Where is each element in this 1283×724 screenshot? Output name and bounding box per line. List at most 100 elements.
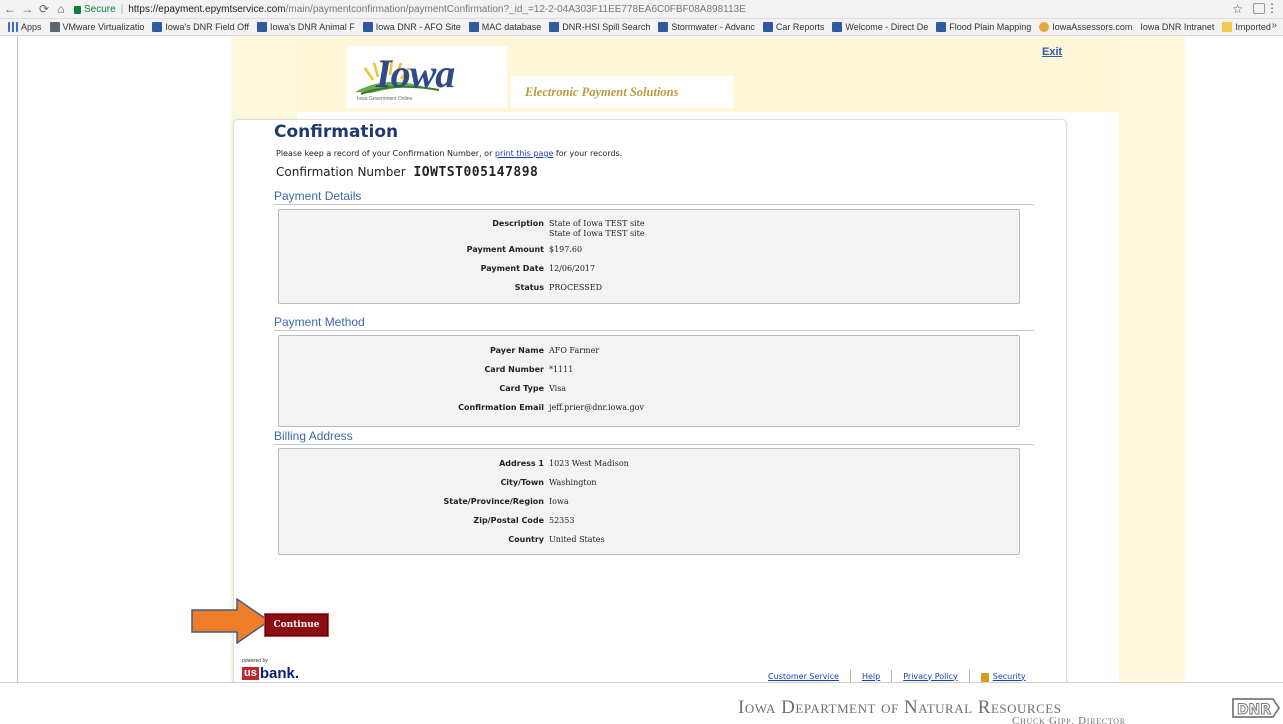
dnr-logo-text: DNR <box>1237 702 1271 718</box>
security-link[interactable]: Security <box>993 672 1026 681</box>
apps-grid-icon <box>8 22 18 32</box>
right-side-band <box>1119 36 1185 682</box>
dnr-bookmark-icon <box>549 22 560 32</box>
help-link[interactable]: Help <box>862 672 880 681</box>
payment-details-title: Payment Details <box>274 189 362 203</box>
bookmark-flood-plain[interactable]: Flood Plain Mapping <box>936 22 1031 32</box>
city-label: City/Town <box>500 478 544 487</box>
section-divider <box>274 330 1034 331</box>
payer-label: Payer Name <box>489 346 544 355</box>
bookmark-iowa-assessors[interactable]: IowaAssessors.com <box>1039 22 1132 32</box>
card-number-row: Card Number *1111 <box>279 365 1021 377</box>
bookmark-label: Iowa DNR Intranet <box>1140 22 1215 32</box>
zip-value: 52353 <box>549 516 575 525</box>
bookmark-vmware[interactable]: VMware Virtualizatio <box>49 22 144 32</box>
bookmark-mac-database[interactable]: MAC database <box>468 22 541 32</box>
url-field[interactable]: https://epayment.epymtservice.com/main/p… <box>128 4 745 15</box>
description-row-2: State of Iowa TEST site <box>279 229 1021 241</box>
secure-label: Secure <box>84 3 116 15</box>
bookmark-label: IowaAssessors.com <box>1052 22 1133 32</box>
date-label: Payment Date <box>480 264 544 273</box>
home-icon[interactable]: ⌂ <box>54 2 68 16</box>
bookmark-label: Iowa's DNR Animal F <box>269 22 355 32</box>
reload-icon[interactable]: ⟳ <box>37 2 51 16</box>
zip-row: Zip/Postal Code 52353 <box>279 516 1021 528</box>
section-divider <box>274 204 1034 205</box>
customer-service-link[interactable]: Customer Service <box>768 672 839 681</box>
status-row: Status PROCESSED <box>279 283 1021 295</box>
bookmark-label: Imported <box>1235 22 1271 32</box>
address1-row: Address 1 1023 West Madison <box>279 459 1021 471</box>
section-divider <box>274 444 1034 445</box>
bookmark-welcome-direct[interactable]: Welcome - Direct De <box>832 22 928 32</box>
tagline: Electronic Payment Solutions <box>525 85 679 99</box>
print-page-link[interactable]: print this page <box>495 149 553 158</box>
bookmark-stormwater[interactable]: Stormwater - Advanc <box>658 22 755 32</box>
card-type-value: Visa <box>549 384 567 393</box>
bookmark-dnr-intranet[interactable]: Iowa DNR Intranet <box>1140 22 1214 32</box>
continue-button[interactable]: Continue <box>264 613 329 637</box>
confirmation-card: Confirmation Please keep a record of you… <box>191 119 1067 699</box>
padlock-icon <box>980 672 989 682</box>
billing-address-title: Billing Address <box>274 429 353 443</box>
confirmation-number-row: Confirmation Number IOWTST005147898 <box>276 165 538 180</box>
bookmark-label: Apps <box>21 22 42 32</box>
city-value: Washington <box>549 478 597 487</box>
extension-icon[interactable] <box>1253 3 1265 14</box>
bookmark-label: Stormwater - Advanc <box>671 22 755 32</box>
exit-link[interactable]: Exit <box>1042 46 1062 58</box>
lock-icon <box>74 6 81 14</box>
forward-arrow-icon[interactable]: → <box>20 2 34 16</box>
description-value-2: State of Iowa TEST site <box>549 229 645 238</box>
dnr-bookmark-icon <box>362 22 373 32</box>
payer-value: AFO Farmer <box>549 346 600 355</box>
instructions-end: for your records. <box>553 149 623 158</box>
bookmark-car-reports[interactable]: Car Reports <box>762 22 825 32</box>
browser-address-bar: ← → ⟳ ⌂ Secure | https://epayment.epymts… <box>0 0 1283 19</box>
bookmark-imported[interactable]: Imported <box>1222 22 1271 32</box>
bookmark-spill-search[interactable]: DNR-HSI Spill Search <box>549 22 650 32</box>
dnr-bookmark-icon <box>468 22 479 32</box>
description-value-1: State of Iowa TEST site <box>549 219 645 228</box>
amount-row: Payment Amount $197.60 <box>279 245 1021 257</box>
bookmarks-overflow-icon[interactable]: » <box>1271 20 1277 31</box>
iowa-logo: Iowa Iowa Government Online <box>347 46 507 108</box>
link-divider <box>891 670 893 682</box>
bookmark-dnr-animal[interactable]: Iowa's DNR Animal F <box>256 22 355 32</box>
country-row: Country United States <box>279 535 1021 547</box>
browser-menu-icon[interactable]: ⋮ <box>1266 1 1278 15</box>
vmware-icon <box>49 22 60 32</box>
bookmark-label: Car Reports <box>775 22 825 32</box>
card-type-label: Card Type <box>499 384 544 393</box>
bookmark-label: Flood Plain Mapping <box>949 22 1032 32</box>
card-number-label: Card Number <box>484 365 544 374</box>
link-divider <box>968 670 970 682</box>
country-value: United States <box>549 535 605 544</box>
payment-method-title: Payment Method <box>274 315 365 329</box>
usbank-shield: us <box>242 667 259 680</box>
bookmark-apps[interactable]: Apps <box>8 22 42 32</box>
secure-indicator[interactable]: Secure <box>74 4 116 15</box>
bookmark-star-icon[interactable]: ☆ <box>1232 2 1243 16</box>
url-divider: | <box>120 3 124 15</box>
privacy-policy-link[interactable]: Privacy Policy <box>903 672 958 681</box>
email-value: jeff.prier@dnr.iowa.gov <box>549 403 644 412</box>
bookmark-dnr-field-office[interactable]: Iowa's DNR Field Off <box>152 22 249 32</box>
zip-label: Zip/Postal Code <box>473 516 544 525</box>
bookmark-label: Iowa DNR - AFO Site <box>375 22 461 32</box>
amount-label: Payment Amount <box>466 245 544 254</box>
city-row: City/Town Washington <box>279 478 1021 490</box>
confirmation-number-value: IOWTST005147898 <box>413 165 539 180</box>
payer-row: Payer Name AFO Farmer <box>279 346 1021 358</box>
record-instructions: Please keep a record of your Confirmatio… <box>276 149 622 158</box>
bookmark-dnr-afo[interactable]: Iowa DNR - AFO Site <box>362 22 461 32</box>
confirmation-number-label: Confirmation Number <box>276 165 406 179</box>
bookmark-label: Iowa's DNR Field Off <box>165 22 249 32</box>
payment-method-panel: Payer Name AFO Farmer Card Number *1111 … <box>278 335 1020 427</box>
back-arrow-icon[interactable]: ← <box>3 2 17 16</box>
country-label: Country <box>508 535 544 544</box>
state-row: State/Province/Region Iowa <box>279 497 1021 509</box>
address1-value: 1023 West Madison <box>549 459 629 468</box>
url-host: https://epayment.epymtservice.com <box>128 3 286 15</box>
dnr-bookmark-icon <box>152 22 163 32</box>
